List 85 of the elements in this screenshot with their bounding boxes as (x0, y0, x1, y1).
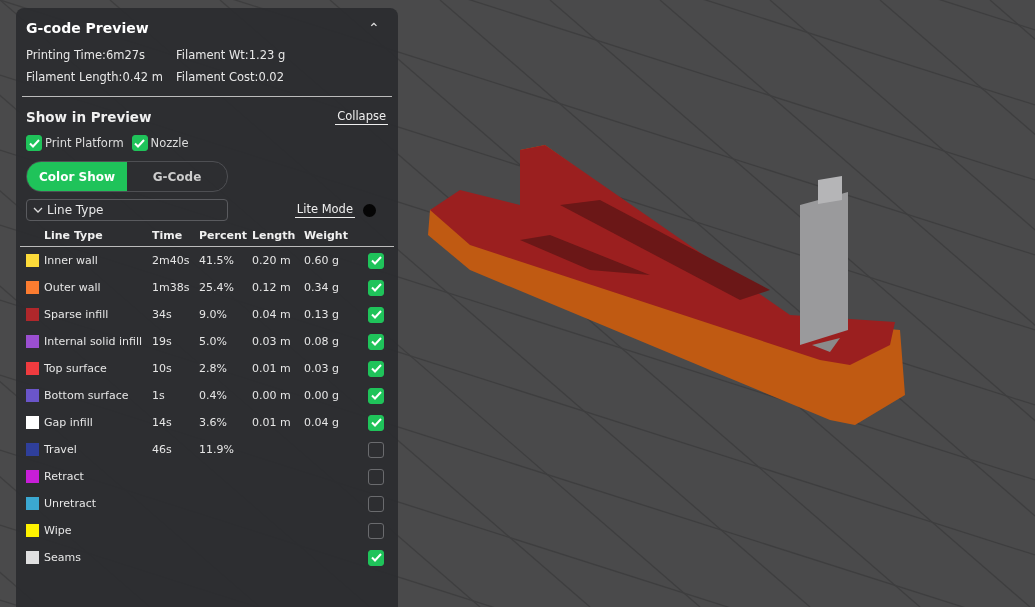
table-cell-text: 0.00 m (252, 388, 292, 404)
check-icon (134, 138, 146, 148)
table-cell-text: 0.01 m (252, 361, 292, 377)
line-type-name: Wipe (44, 523, 73, 539)
checkbox-label: Nozzle (150, 136, 189, 150)
check-icon (370, 418, 382, 427)
table-cell-text: 1m38s (152, 280, 191, 296)
check-icon (370, 310, 382, 319)
table-cell-text: 0.4% (199, 388, 228, 404)
table-cell-text: 9.0% (199, 307, 228, 323)
table-cell-text: 19s (152, 334, 173, 350)
table-cell-text: 0.03 g (304, 361, 340, 377)
check-icon (370, 256, 382, 265)
table-cell-text: 25.4% (199, 280, 235, 296)
check-icon (370, 553, 382, 562)
visibility-checkbox[interactable] (368, 549, 384, 566)
stat-text: Filament Length:0.42 m (26, 70, 164, 84)
table-cell-text: 0.08 g (304, 334, 340, 350)
mode-tab[interactable]: G-Code (127, 162, 227, 191)
collapse-link[interactable]: Collapse (335, 109, 388, 125)
table-cell-text: 0.60 g (304, 253, 340, 269)
line-type-name: Internal solid infill (44, 334, 143, 350)
view-type-dropdown[interactable]: Line Type (26, 199, 228, 221)
visibility-checkbox[interactable] (368, 252, 384, 269)
line-type-name: Seams (44, 550, 82, 566)
table-cell-text: 0.12 m (252, 280, 292, 296)
table-cell-text: 3.6% (199, 415, 228, 431)
table-cell-text: 0.04 g (304, 415, 340, 431)
column-header: Weight (304, 225, 368, 247)
table-cell-text: 0.01 m (252, 415, 292, 431)
column-header: Time (152, 225, 199, 247)
table-cell-text: 10s (152, 361, 173, 377)
check-icon (370, 283, 382, 292)
stat-text: Printing Time:6m27s (26, 48, 147, 62)
column-header: Length (252, 225, 304, 247)
lite-mode-link[interactable]: Lite Mode (294, 202, 355, 218)
line-type-name: Gap infill (44, 415, 94, 431)
table-cell-text: 14s (152, 415, 173, 431)
stat-text: Filament Wt:1.23 g (176, 48, 287, 62)
visibility-checkbox[interactable] (368, 522, 384, 539)
visibility-checkbox[interactable] (368, 441, 384, 458)
check-icon (370, 391, 382, 400)
check-icon (370, 364, 382, 373)
line-type-name: Top surface (44, 361, 108, 377)
table-cell-text: 0.34 g (304, 280, 340, 296)
visibility-checkbox[interactable] (368, 495, 384, 512)
stat-text: Filament Cost:0.02 (176, 70, 285, 84)
line-type-name: Inner wall (44, 253, 99, 269)
section-title: Show in Preview (26, 109, 152, 125)
check-icon (370, 337, 382, 346)
column-header: Line Type (44, 225, 152, 247)
visibility-checkbox[interactable] (368, 306, 384, 323)
table-cell-text: 0.04 m (252, 307, 292, 323)
table-cell-text: 2m40s (152, 253, 191, 269)
table-cell-text: 11.9% (199, 442, 235, 458)
table-cell-text: 46s (152, 442, 173, 458)
lite-mode-toggle[interactable] (363, 203, 376, 217)
column-header: Percent (199, 225, 252, 247)
chevron-down-icon (33, 207, 43, 213)
table-cell-text: 0.13 g (304, 307, 340, 323)
line-type-name: Travel (44, 442, 78, 458)
visibility-checkbox[interactable] (368, 468, 384, 485)
line-type-name: Sparse infill (44, 307, 110, 323)
check-icon (28, 138, 40, 148)
line-type-name: Retract (44, 469, 85, 485)
visibility-checkbox[interactable] (368, 333, 384, 350)
line-type-name: Bottom surface (44, 388, 130, 404)
table-cell-text: 41.5% (199, 253, 235, 269)
table-cell-text: 2.8% (199, 361, 228, 377)
checkbox[interactable] (26, 135, 42, 151)
visibility-checkbox[interactable] (368, 414, 384, 431)
table-cell-text: 0.03 m (252, 334, 292, 350)
visibility-checkbox[interactable] (368, 279, 384, 296)
table-cell-text: 5.0% (199, 334, 228, 350)
visibility-checkbox[interactable] (368, 360, 384, 377)
line-type-name: Outer wall (44, 280, 102, 296)
table-cell-text: 0.00 g (304, 388, 340, 404)
checkbox[interactable] (131, 135, 148, 151)
visibility-checkbox[interactable] (368, 387, 384, 404)
table-cell-text: 34s (152, 307, 173, 323)
table-cell-text: 1s (152, 388, 166, 404)
table-cell-text: 0.20 m (252, 253, 292, 269)
line-type-name: Unretract (44, 496, 97, 512)
checkbox-label: Print Platform (45, 136, 124, 150)
panel-title: G-code Preview (26, 20, 149, 36)
